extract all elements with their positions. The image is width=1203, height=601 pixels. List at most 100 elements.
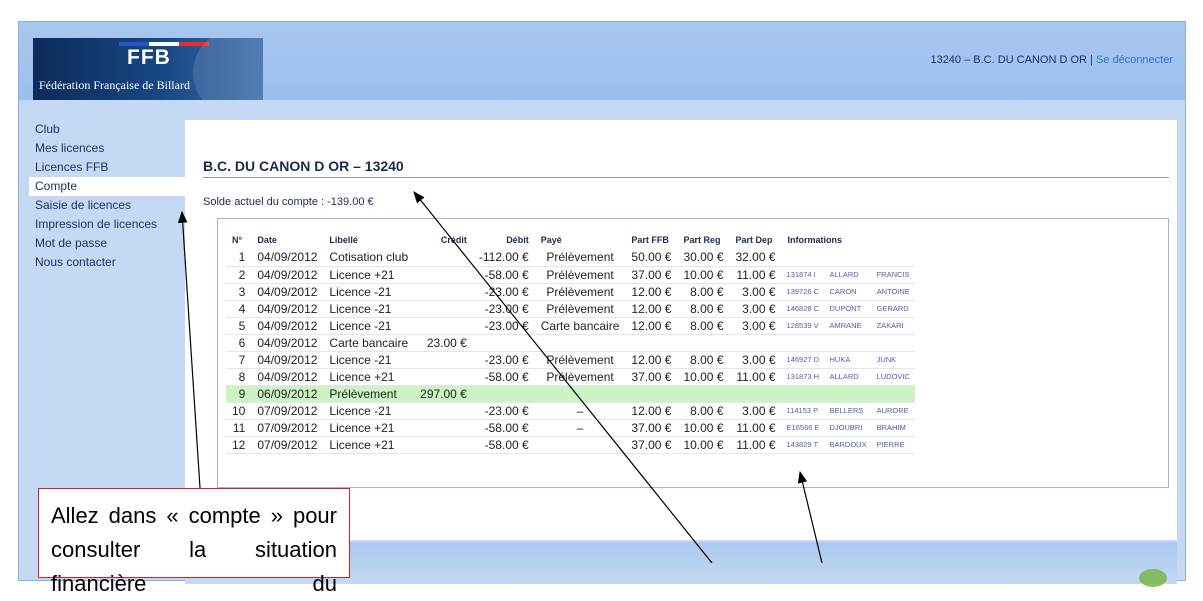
footer-logo-icon [1139, 569, 1167, 587]
cell-part-dep [729, 385, 782, 403]
cell-licence-number: 146927 D [781, 351, 825, 369]
cell-licence-number: 143829 T [781, 436, 825, 454]
cell-last-name: ALLARD [824, 266, 872, 284]
cell-debit [472, 385, 535, 403]
cell-last-name: BARDOUX [824, 436, 872, 454]
cell-part-ffb [625, 334, 678, 352]
cell-part-dep: 32.00 € [729, 249, 782, 267]
cell-licence-number: E16566 E [781, 419, 825, 437]
sidebar-item-nous-contacter[interactable]: Nous contacter [29, 253, 199, 272]
cell-number: 11 [226, 419, 252, 437]
cell-first-name: FRANCIS [871, 266, 915, 284]
table-row: 2 04/09/2012 Licence +21 -58.00 € Prélèvemen… [226, 266, 915, 284]
col-header-number: N° [232, 235, 243, 245]
cell-date: 04/09/2012 [251, 368, 324, 386]
main-content: B.C. DU CANON D OR – 13240 Solde actuel … [185, 120, 1177, 540]
cell-part-dep: 11.00 € [729, 368, 782, 386]
cell-part-reg [677, 334, 730, 352]
cell-debit: -58.00 € [472, 368, 535, 386]
cell-paid: Prélèvement [534, 300, 626, 318]
cell-licence-number [781, 385, 825, 403]
col-header-label: Libellé [329, 235, 358, 245]
ffb-logo[interactable]: FFB Fédération Française de Billard [33, 38, 263, 100]
col-header-debit: Débit [506, 235, 529, 245]
cell-last-name: AMRANE [824, 317, 872, 335]
cell-label: Carte bancaire [323, 334, 415, 352]
cell-part-ffb [625, 385, 678, 403]
sidebar-item-licences-ffb[interactable]: Licences FFB [29, 158, 199, 177]
logout-link[interactable]: Se déconnecter [1096, 54, 1173, 66]
account-balance: Solde actuel du compte : -139.00 € [203, 196, 374, 208]
cell-part-ffb: 37.00 € [625, 419, 678, 437]
table-row: 8 04/09/2012 Licence +21 -58.00 € Prélèvemen… [226, 368, 915, 386]
cell-date: 06/09/2012 [251, 385, 324, 403]
cell-first-name: JUNK [871, 351, 915, 369]
cell-paid: – [534, 402, 626, 420]
cell-paid: Prélèvement [534, 368, 626, 386]
cell-label: Cotisation club [323, 249, 415, 267]
sidebar-item-mes-licences[interactable]: Mes licences [29, 139, 199, 158]
sidebar-item-impression-licences[interactable]: Impression de licences [29, 215, 199, 234]
cell-part-dep: 3.00 € [729, 300, 782, 318]
cell-number: 4 [226, 300, 252, 318]
cell-licence-number [781, 334, 825, 352]
cell-part-ffb: 37.00 € [625, 266, 678, 284]
cell-part-ffb: 37.00 € [625, 436, 678, 454]
table-row: 9 06/09/2012 Prélèvement 297.00 € [226, 385, 915, 403]
cell-licence-number: 114153 P [781, 402, 825, 420]
cell-last-name [824, 334, 872, 352]
table-row: 4 04/09/2012 Licence -21 -23.00 € Prélèvemen… [226, 300, 915, 318]
col-header-paid: Payé [540, 235, 562, 245]
cell-part-dep: 3.00 € [729, 283, 782, 301]
col-header-part-dep: Part Dep [735, 235, 773, 245]
cell-part-ffb: 50.00 € [625, 249, 678, 267]
cell-credit [414, 249, 473, 267]
cell-last-name: DJOUBRI [824, 419, 872, 437]
sidebar-item-compte[interactable]: Compte [29, 177, 203, 196]
cell-part-reg: 10.00 € [677, 368, 730, 386]
cell-credit [414, 300, 473, 318]
cell-date: 04/09/2012 [251, 300, 324, 318]
cell-credit: 297.00 € [414, 385, 473, 403]
cell-label: Licence -21 [323, 300, 415, 318]
cell-part-reg: 10.00 € [677, 266, 730, 284]
sidebar-item-mot-de-passe[interactable]: Mot de passe [29, 234, 199, 253]
cell-number: 1 [226, 249, 252, 267]
cell-number: 8 [226, 368, 252, 386]
cell-part-reg: 8.00 € [677, 283, 730, 301]
cell-last-name: DUPONT [824, 300, 872, 318]
cell-part-dep [729, 334, 782, 352]
cell-first-name [871, 249, 915, 267]
cell-paid: Prélèvement [534, 283, 626, 301]
cell-date: 07/09/2012 [251, 419, 324, 437]
cell-part-ffb: 12.00 € [625, 300, 678, 318]
table-row: 3 04/09/2012 Licence -21 -23.00 € Prélèvemen… [226, 283, 915, 301]
cell-label: Licence +21 [323, 436, 415, 454]
cell-date: 04/09/2012 [251, 351, 324, 369]
cell-credit [414, 419, 473, 437]
col-header-informations: Informations [787, 235, 843, 245]
cell-paid: Prélèvement [534, 266, 626, 284]
table-body: 1 04/09/2012 Cotisation club -112.00 € Prélè… [226, 249, 915, 454]
cell-credit [414, 283, 473, 301]
cell-first-name [871, 334, 915, 352]
col-header-date: Date [257, 235, 277, 245]
transactions-panel: N° Date Libellé Crédit Débit Payé Part F… [217, 218, 1169, 488]
cell-first-name [871, 385, 915, 403]
cell-number: 6 [226, 334, 252, 352]
sidebar-item-saisie-licences[interactable]: Saisie de licences [29, 196, 199, 215]
cell-licence-number: 128539 V [781, 317, 825, 335]
club-info: 13240 – B.C. DU CANON D OR [930, 54, 1087, 66]
separator: | [1086, 54, 1096, 66]
cell-licence-number: 139726 C [781, 283, 825, 301]
cell-last-name [824, 249, 872, 267]
sidebar-item-club[interactable]: Club [29, 120, 199, 139]
cell-number: 12 [226, 436, 252, 454]
cell-paid: Prélèvement [534, 351, 626, 369]
cell-date: 04/09/2012 [251, 283, 324, 301]
title-divider [203, 177, 1169, 178]
cell-label: Licence -21 [323, 283, 415, 301]
cell-part-ffb: 12.00 € [625, 402, 678, 420]
cell-credit [414, 266, 473, 284]
cell-credit [414, 351, 473, 369]
